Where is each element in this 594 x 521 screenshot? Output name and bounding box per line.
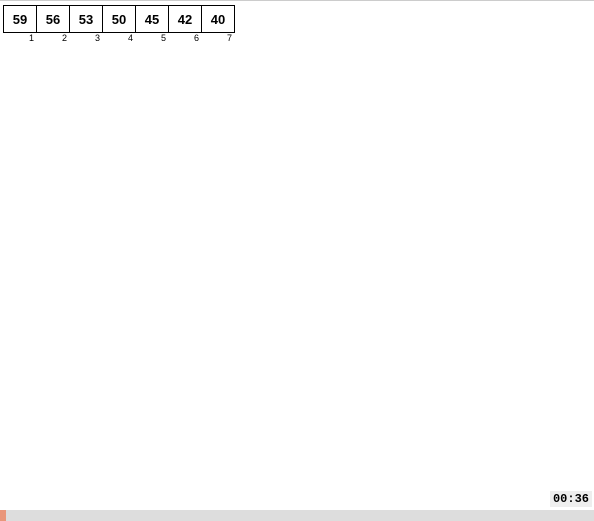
index-label: 1 xyxy=(3,33,36,43)
top-border xyxy=(0,0,594,1)
value-row: 59 56 53 50 45 42 40 xyxy=(3,5,235,33)
index-label: 7 xyxy=(201,33,234,43)
progress-bar[interactable] xyxy=(0,510,594,521)
cell[interactable]: 50 xyxy=(103,5,136,33)
progress-fill xyxy=(0,510,6,521)
cell[interactable]: 40 xyxy=(202,5,235,33)
index-label: 5 xyxy=(135,33,168,43)
cell[interactable]: 53 xyxy=(70,5,103,33)
cell[interactable]: 45 xyxy=(136,5,169,33)
timer-display: 00:36 xyxy=(550,491,592,507)
index-label: 3 xyxy=(69,33,102,43)
index-row: 1 2 3 4 5 6 7 xyxy=(3,33,234,43)
cell[interactable]: 56 xyxy=(37,5,70,33)
index-label: 6 xyxy=(168,33,201,43)
cell[interactable]: 59 xyxy=(3,5,37,33)
cell[interactable]: 42 xyxy=(169,5,202,33)
index-label: 4 xyxy=(102,33,135,43)
index-label: 2 xyxy=(36,33,69,43)
